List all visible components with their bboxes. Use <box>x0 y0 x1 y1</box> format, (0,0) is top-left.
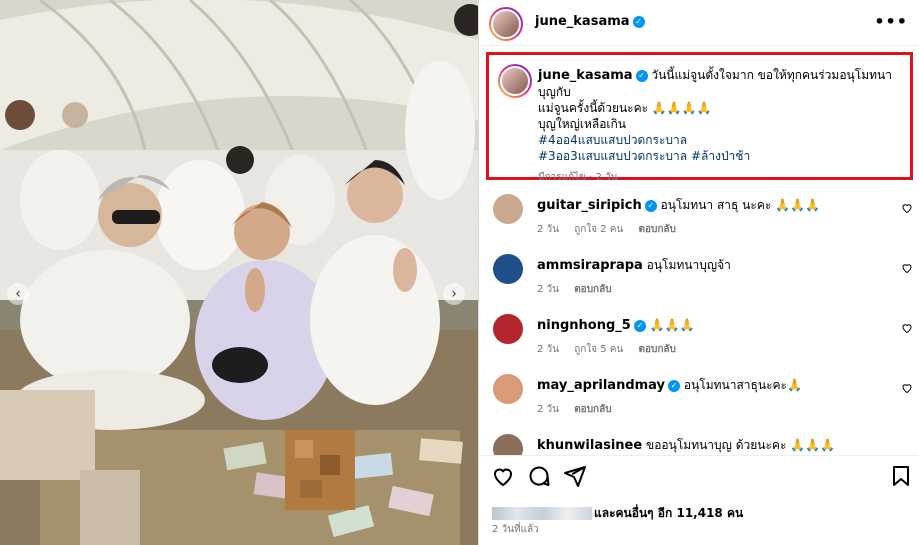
verified-badge-icon: ✓ <box>632 15 645 28</box>
commenter-username[interactable]: may_aprilandmay <box>537 378 665 393</box>
comment-body: may_aprilandmay ✓ อนุโมทนาสาธุนะคะ🙏 2 วัน… <box>537 377 877 418</box>
comment-meta: 2 วัน ถูกใจ 2 คน ตอบกลับ <box>537 222 877 238</box>
photo-illustration <box>0 0 478 545</box>
comment-time: 2 วัน <box>537 404 559 415</box>
comment-likes[interactable]: ถูกใจ 2 คน <box>574 224 623 235</box>
reply-button[interactable]: ตอบกลับ <box>638 344 675 355</box>
commenter-avatar[interactable] <box>493 374 523 404</box>
reply-button[interactable]: ตอบกลับ <box>574 404 611 415</box>
comment-body: guitar_siripich ✓ อนุโมทนา สาธุ นะคะ 🙏🙏🙏 … <box>537 197 877 238</box>
author-username[interactable]: june_kasama <box>535 14 630 29</box>
heart-icon[interactable] <box>901 322 913 334</box>
commenter-username[interactable]: guitar_siripich <box>537 198 642 213</box>
bookmark-icon[interactable] <box>889 464 913 488</box>
comment-time: 2 วัน <box>537 344 559 355</box>
caption-username[interactable]: june_kasama <box>538 68 633 83</box>
caption-line-2: แม่จูนครั้งนี้ด้วยนะคะ 🙏🙏🙏🙏 <box>538 101 712 115</box>
heart-icon[interactable] <box>491 464 515 488</box>
comment-item: ningnhong_5 ✓ 🙏🙏🙏 2 วัน ถูกใจ 5 คน ตอบกลั… <box>479 314 919 374</box>
heart-icon[interactable] <box>901 382 913 394</box>
comment-meta: 2 วัน ถูกใจ 5 คน ตอบกลับ <box>537 342 877 358</box>
likes-count: 11,418 <box>676 506 723 520</box>
hashtag-3[interactable]: #ล้างป่าช้า <box>691 149 750 163</box>
commenter-username[interactable]: khunwilasinee <box>537 438 642 453</box>
likes-suffix: คน <box>726 506 744 520</box>
post-time-ago[interactable]: 2 วันที่แล้ว <box>492 522 539 537</box>
likes-prefix: และคนอื่นๆ อีก <box>594 506 673 520</box>
comment-item: guitar_siripich ✓ อนุโมทนา สาธุ นะคะ 🙏🙏🙏 … <box>479 194 919 254</box>
likes-summary[interactable]: และคนอื่นๆ อีก 11,418 คน <box>492 504 743 523</box>
comment-icon[interactable] <box>527 464 551 488</box>
verified-badge-icon: ✓ <box>633 319 646 332</box>
comment-time: 2 วัน <box>537 224 559 235</box>
commenter-avatar[interactable] <box>493 314 523 344</box>
comment-item: khunwilasinee ขออนุโมทนาบุญ ด้วยนะคะ 🙏🙏🙏 <box>479 434 919 455</box>
post-side-panel: june_kasama ✓ ••• june_kasama ✓ วันนี้แม่จ… <box>478 0 919 545</box>
comment-text: อนุโมทนาสาธุนะคะ🙏 <box>683 378 802 392</box>
hashtag-2[interactable]: #3ออ3แสบแสบปวดกระบาล <box>538 149 687 163</box>
commenter-avatar[interactable] <box>493 434 523 455</box>
heart-icon[interactable] <box>901 202 913 214</box>
caption-avatar[interactable] <box>498 64 532 98</box>
comment-likes[interactable]: ถูกใจ 5 คน <box>574 344 623 355</box>
caption-line-3: บุญใหญ่เหลือเกิน <box>538 117 626 131</box>
comment-text: อนุโมทนา สาธุ นะคะ 🙏🙏🙏 <box>660 198 820 212</box>
reply-button[interactable]: ตอบกลับ <box>638 224 675 235</box>
comment-item: ammsiraprapa อนุโมทนาบุญจ้า 2 วัน ตอบกลั… <box>479 254 919 314</box>
verified-badge-icon: ✓ <box>668 379 681 392</box>
chevron-left-icon[interactable]: ‹ <box>7 283 29 305</box>
comment-meta: 2 วัน ตอบกลับ <box>537 282 877 298</box>
verified-badge-icon: ✓ <box>635 69 648 82</box>
verified-badge-icon: ✓ <box>644 199 657 212</box>
reply-button[interactable]: ตอบกลับ <box>574 284 611 295</box>
comment-time: 2 วัน <box>537 284 559 295</box>
comment-text: 🙏🙏🙏 <box>649 318 695 332</box>
commenter-username[interactable]: ningnhong_5 <box>537 318 631 333</box>
caption-meta: มีการแก้ไข · 2 วัน <box>538 172 618 183</box>
hashtag-1[interactable]: #4ออ4แสบแสบปวดกระบาล <box>538 132 908 148</box>
author-username-row: june_kasama ✓ <box>535 14 645 29</box>
caption-text: june_kasama ✓ วันนี้แม่จูนตั้งใจมาก ขอให้… <box>538 67 908 186</box>
share-icon[interactable] <box>563 464 587 488</box>
comment-item: may_aprilandmay ✓ อนุโมทนาสาธุนะคะ🙏 2 วัน… <box>479 374 919 434</box>
more-options-icon[interactable]: ••• <box>874 12 908 31</box>
comment-body: ningnhong_5 ✓ 🙏🙏🙏 2 วัน ถูกใจ 5 คน ตอบกลั… <box>537 317 877 358</box>
commenter-avatar[interactable] <box>493 194 523 224</box>
post-photo: ‹ › <box>0 0 478 545</box>
caption-highlight: june_kasama ✓ วันนี้แม่จูนตั้งใจมาก ขอให้… <box>486 52 913 183</box>
post-actions: และคนอื่นๆ อีก 11,418 คน 2 วันที่แล้ว <box>479 455 919 545</box>
chevron-right-icon[interactable]: › <box>443 283 465 305</box>
comment-text: อนุโมทนาบุญจ้า <box>646 258 731 272</box>
comment-meta: 2 วัน ตอบกลับ <box>537 402 877 418</box>
comment-body: ammsiraprapa อนุโมทนาบุญจ้า 2 วัน ตอบกลั… <box>537 257 877 298</box>
commenter-username[interactable]: ammsiraprapa <box>537 258 643 273</box>
liked-by-blurred <box>492 507 592 520</box>
author-avatar[interactable] <box>489 7 523 41</box>
commenter-avatar[interactable] <box>493 254 523 284</box>
comment-body: khunwilasinee ขออนุโมทนาบุญ ด้วยนะคะ 🙏🙏🙏 <box>537 437 877 454</box>
post-header: june_kasama ✓ ••• <box>479 0 919 46</box>
heart-icon[interactable] <box>901 262 913 274</box>
comment-text: ขออนุโมทนาบุญ ด้วยนะคะ 🙏🙏🙏 <box>646 438 836 452</box>
